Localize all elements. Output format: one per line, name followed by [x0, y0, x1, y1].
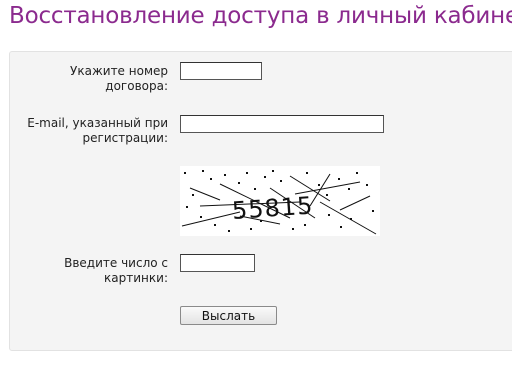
captcha-number: 55815: [231, 191, 314, 225]
contract-number-input[interactable]: [180, 62, 262, 80]
captcha-image: 55815: [180, 166, 380, 236]
contract-number-label: Укажите номер договора:: [70, 64, 168, 93]
email-label: E-mail, указанный при регистрации:: [27, 116, 168, 145]
email-input[interactable]: [180, 115, 384, 133]
captcha-label: Введите число с картинки:: [64, 256, 168, 285]
captcha-input[interactable]: [180, 254, 255, 272]
password-recovery-page: Восстановление доступа в личный кабинет …: [0, 0, 512, 368]
captcha-noise-graphic: 55815: [181, 170, 377, 235]
page-title: Восстановление доступа в личный кабинет: [9, 3, 512, 29]
send-button[interactable]: Выслать: [180, 306, 277, 325]
